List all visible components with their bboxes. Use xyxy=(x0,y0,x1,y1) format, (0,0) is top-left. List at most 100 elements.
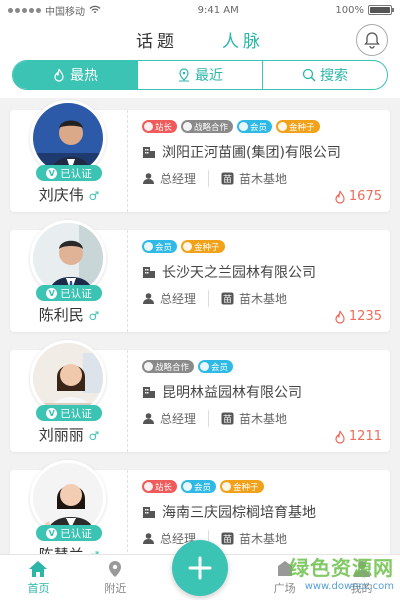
check-icon: V xyxy=(46,527,58,539)
tag-row: 站长 战略合作 会员 金种子 xyxy=(142,120,382,134)
tag-badge: 战略合作 xyxy=(181,120,234,133)
tag-row: 战略合作 会员 xyxy=(142,360,382,374)
verified-label: 已认证 xyxy=(60,407,92,420)
contact-name-row: 刘庆伟 ♂ xyxy=(10,184,128,205)
nav-mine-label: 我的 xyxy=(350,581,373,595)
battery-percent: 100% xyxy=(335,4,364,16)
carrier-label: 中国移动 xyxy=(45,6,85,18)
tab-topics[interactable]: 话题 xyxy=(136,27,178,52)
square-icon xyxy=(277,560,292,576)
category: 苗苗木基地 xyxy=(221,172,288,186)
tag-badge: 站长 xyxy=(142,480,178,493)
meta-row: 总经理 苗苗木基地 xyxy=(142,530,382,547)
card-details: 站长 战略合作 会员 金种子 浏阳正河苗圃(集团)有限公司 总经理 苗苗木基地 … xyxy=(128,110,390,212)
flame-icon xyxy=(335,190,345,204)
meta-row: 总经理 苗苗木基地 xyxy=(142,410,382,427)
status-right: 100% xyxy=(335,4,394,16)
tag-badge: 金种子 xyxy=(181,240,225,253)
notification-button[interactable] xyxy=(356,24,388,56)
popularity: 1235 xyxy=(333,309,382,324)
check-icon: V xyxy=(46,287,58,299)
seedling-icon: 苗 xyxy=(221,412,234,425)
home-icon xyxy=(29,560,48,577)
segment-nearby[interactable]: 最近 xyxy=(138,61,263,89)
position: 总经理 xyxy=(142,410,210,427)
contact-card[interactable]: V 已认证 刘庆伟 ♂ 站长 战略合作 会员 金种子 浏阳正河苗圃(集团)有限公司… xyxy=(10,100,390,212)
tag-badge: 金种子 xyxy=(220,480,264,493)
status-left: 中国移动 xyxy=(8,3,101,18)
segment-search-label: 搜索 xyxy=(320,68,348,84)
tag-badge: 会员 xyxy=(198,360,234,373)
category: 苗苗木基地 xyxy=(221,292,288,306)
contact-name: 陈利民 xyxy=(38,306,84,324)
company-row: 昆明林益园林有限公司 xyxy=(142,382,382,402)
flame-icon xyxy=(335,310,345,324)
svg-text:苗: 苗 xyxy=(223,414,232,425)
building-icon xyxy=(143,387,155,398)
search-icon xyxy=(302,68,316,82)
signal-icon xyxy=(8,7,41,13)
contact-name-row: 刘丽丽 ♂ xyxy=(10,424,128,445)
seedling-icon: 苗 xyxy=(221,292,234,305)
bell-icon xyxy=(364,32,380,49)
person-icon xyxy=(143,173,154,184)
svg-text:苗: 苗 xyxy=(223,294,232,305)
person-icon xyxy=(143,413,154,424)
nav-square-label: 广场 xyxy=(273,581,296,595)
flame-icon xyxy=(54,68,64,82)
location-icon xyxy=(109,560,122,577)
contact-card[interactable]: V 已认证 陈利民 ♂ 会员 金种子 长沙天之兰园林有限公司 总经理 苗苗木基地 … xyxy=(10,220,390,332)
nav-mine[interactable]: 我的 xyxy=(323,555,400,600)
male-icon: ♂ xyxy=(88,189,100,203)
check-icon: V xyxy=(46,167,58,179)
verified-label: 已认证 xyxy=(60,527,92,540)
nav-nearby[interactable]: 附近 xyxy=(77,555,154,600)
contact-list: V 已认证 刘庆伟 ♂ 站长 战略合作 会员 金种子 浏阳正河苗圃(集团)有限公司… xyxy=(0,100,400,572)
seedling-icon: 苗 xyxy=(221,532,234,545)
company-name: 海南三庆园棕榈培育基地 xyxy=(162,505,316,521)
card-details: 战略合作 会员 昆明林益园林有限公司 总经理 苗苗木基地 1211 xyxy=(128,350,390,452)
card-profile: V 已认证 陈利民 ♂ xyxy=(10,220,128,332)
verified-badge: V 已认证 xyxy=(36,285,102,301)
nav-nearby-label: 附近 xyxy=(104,581,127,595)
position: 总经理 xyxy=(142,290,210,307)
contact-name: 刘庆伟 xyxy=(38,186,84,204)
contact-card[interactable]: V 已认证 刘丽丽 ♂ 战略合作 会员 昆明林益园林有限公司 总经理 苗苗木基地 … xyxy=(10,340,390,452)
segment-search[interactable]: 搜索 xyxy=(263,61,387,89)
tag-badge: 站长 xyxy=(142,120,178,133)
verified-label: 已认证 xyxy=(60,167,92,180)
verified-badge: V 已认证 xyxy=(36,405,102,421)
tag-badge: 会员 xyxy=(237,120,273,133)
tag-badge: 战略合作 xyxy=(142,360,195,373)
popularity: 1675 xyxy=(333,189,382,204)
tab-contacts[interactable]: 人脉 xyxy=(222,27,264,52)
segment-nearby-label: 最近 xyxy=(195,68,223,84)
position: 总经理 xyxy=(142,170,210,187)
check-icon: V xyxy=(46,407,58,419)
location-icon xyxy=(179,68,189,82)
segmented-control: 最热 最近 搜索 xyxy=(12,60,388,90)
segment-hottest[interactable]: 最热 xyxy=(13,61,138,89)
meta-row: 总经理 苗苗木基地 xyxy=(142,170,382,187)
category: 苗苗木基地 xyxy=(221,532,288,546)
segment-wrap: 最热 最近 搜索 xyxy=(0,58,400,98)
clock: 9:41 AM xyxy=(197,4,239,16)
company-row: 海南三庆园棕榈培育基地 xyxy=(142,502,382,522)
svg-text:苗: 苗 xyxy=(223,174,232,185)
add-button[interactable] xyxy=(172,540,228,596)
male-icon: ♂ xyxy=(88,429,100,443)
meta-row: 总经理 苗苗木基地 xyxy=(142,290,382,307)
tag-row: 站长 会员 金种子 xyxy=(142,480,382,494)
tag-badge: 会员 xyxy=(142,240,178,253)
user-icon xyxy=(353,560,370,577)
svg-text:苗: 苗 xyxy=(223,534,232,545)
tag-badge: 会员 xyxy=(181,480,217,493)
male-icon: ♂ xyxy=(88,309,100,323)
popularity: 1211 xyxy=(333,429,382,444)
nav-square[interactable]: 广场 xyxy=(246,555,323,600)
status-bar: 中国移动 9:41 AM 100% xyxy=(0,0,400,20)
card-profile: V 已认证 刘庆伟 ♂ xyxy=(10,100,128,212)
company-row: 长沙天之兰园林有限公司 xyxy=(142,262,382,282)
nav-home[interactable]: 首页 xyxy=(0,555,77,600)
company-name: 昆明林益园林有限公司 xyxy=(162,385,302,401)
